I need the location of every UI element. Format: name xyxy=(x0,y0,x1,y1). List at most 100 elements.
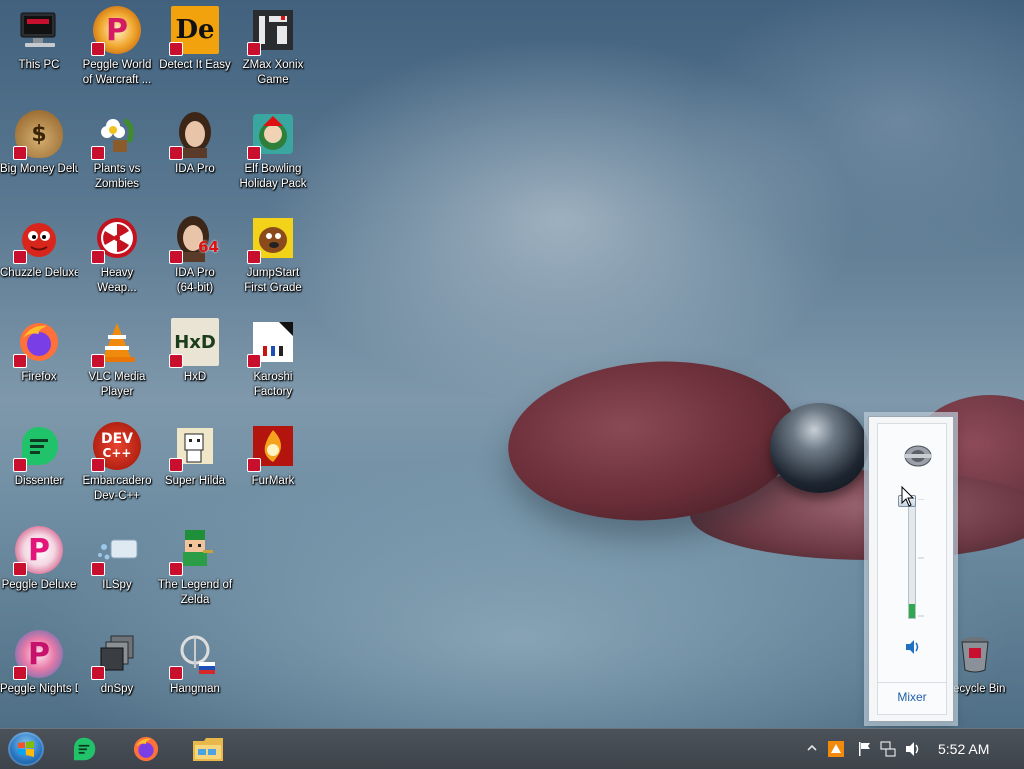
network-icon[interactable] xyxy=(880,741,896,760)
mute-speaker-icon[interactable] xyxy=(902,639,924,659)
mouse-cursor-icon xyxy=(901,486,915,507)
shortcut-arrow-icon xyxy=(169,250,183,264)
desktop-icon-label: Super Hilda xyxy=(164,475,226,487)
shortcut-arrow-icon xyxy=(13,666,27,680)
desktop-icon-plants-vs-zombies[interactable]: Plants vs Zombies xyxy=(78,110,156,192)
ida-pro-portrait-icon xyxy=(169,110,219,160)
dissenter-icon xyxy=(73,737,96,761)
desktop-icon-ida-pro-64[interactable]: 64 IDA Pro (64-bit) xyxy=(156,214,234,296)
desktop-icon-label: dnSpy xyxy=(100,683,134,695)
desktop-icon-peggle-nights-deluxe[interactable]: P Peggle Nights Deluxe xyxy=(0,630,78,697)
wallpaper-water-drop xyxy=(770,403,868,493)
desktop-icon-hangman[interactable]: Hangman xyxy=(156,630,234,697)
volume-flyout-panel: Mixer xyxy=(877,423,947,715)
start-button[interactable] xyxy=(8,732,44,766)
desktop-icon-label: This PC xyxy=(18,59,60,71)
peggle-letter: P xyxy=(28,532,50,568)
volume-slider-ticks xyxy=(918,499,924,617)
firefox-icon xyxy=(13,318,63,368)
desktop-icon-label: Peggle World of Warcraft ... xyxy=(82,59,152,86)
desktop-icon-ilspy[interactable]: ILSpy xyxy=(78,526,156,593)
desktop-icon-firefox[interactable]: Firefox xyxy=(0,318,78,385)
shortcut-arrow-icon xyxy=(91,250,105,264)
volume-slider-track[interactable] xyxy=(908,499,916,619)
super-hilda-icon xyxy=(169,422,219,472)
ida-64-badge: 64 xyxy=(198,238,219,256)
shortcut-arrow-icon xyxy=(91,42,105,56)
desktop-icon-label: ZMax Xonix Game xyxy=(242,59,304,86)
shortcut-arrow-icon xyxy=(247,146,261,160)
desktop-icon-elf-bowling-holiday-pack[interactable]: Elf Bowling Holiday Pack xyxy=(234,110,312,192)
desktop-icon-label: The Legend of Zelda xyxy=(157,579,233,606)
peggle-letter: P xyxy=(28,636,50,672)
desktop-icon-ida-pro[interactable]: IDA Pro xyxy=(156,110,234,177)
recycle-bin-icon xyxy=(951,630,999,678)
desktop-icon-label: IDA Pro (64-bit) xyxy=(175,267,215,294)
money-bag-icon: $ xyxy=(13,110,63,160)
desktop-icon-dissenter[interactable]: Dissenter xyxy=(0,422,78,489)
desktop-icon-label: JumpStart First Grade xyxy=(244,267,302,294)
desktop-icon-label: Peggle Deluxe xyxy=(1,579,77,591)
taskbar-firefox-button[interactable] xyxy=(126,732,166,766)
hxd-icon: HxD xyxy=(169,318,219,368)
desktop-icon-the-legend-of-zelda[interactable]: The Legend of Zelda xyxy=(156,526,234,608)
elf-bowling-icon xyxy=(247,110,297,160)
hangman-icon xyxy=(169,630,219,680)
peggle-wow-icon: P xyxy=(91,6,141,56)
desktop-icon-label: VLC Media Player xyxy=(88,371,146,398)
shortcut-arrow-icon xyxy=(91,354,105,368)
desktop-icon-label: Plants vs Zombies xyxy=(93,163,141,190)
desktop-icon-label: Heavy Weap... xyxy=(97,267,137,294)
shortcut-arrow-icon xyxy=(13,146,27,160)
shortcut-arrow-icon xyxy=(13,562,27,576)
windows-logo-icon xyxy=(18,741,34,757)
speaker-device-icon[interactable] xyxy=(902,442,934,470)
desktop-icon-karoshi-factory[interactable]: Karoshi Factory xyxy=(234,318,312,400)
folder-icon xyxy=(193,738,223,761)
volume-icon[interactable] xyxy=(904,741,922,760)
desktop-icon-super-hilda[interactable]: Super Hilda xyxy=(156,422,234,489)
shortcut-arrow-icon xyxy=(91,666,105,680)
desktop-icon-label: Chuzzle Deluxe xyxy=(0,267,78,279)
taskbar-dissenter-button[interactable] xyxy=(64,732,104,766)
desktop-icon-this-pc[interactable]: This PC xyxy=(0,6,78,73)
dissenter-icon xyxy=(13,422,63,472)
ilspy-icon xyxy=(91,526,141,576)
desktop-icon-dnspy[interactable]: dnSpy xyxy=(78,630,156,697)
desktop-icon-furmark[interactable]: FurMark xyxy=(234,422,312,489)
mixer-link[interactable]: Mixer xyxy=(878,690,946,704)
desktop-icon-vlc-media-player[interactable]: VLC Media Player xyxy=(78,318,156,400)
desktop-icon-jumpstart-first-grade[interactable]: JumpStart First Grade xyxy=(234,214,312,296)
desktop-icon-label: Peggle Nights Deluxe xyxy=(0,683,78,695)
desktop-icon-detect-it-easy[interactable]: De Detect It Easy xyxy=(156,6,234,73)
shortcut-arrow-icon xyxy=(247,354,261,368)
desktop-icon-zmax-xonix-game[interactable]: ZMax Xonix Game xyxy=(234,6,312,88)
shortcut-arrow-icon xyxy=(169,562,183,576)
karoshi-factory-icon xyxy=(247,318,297,368)
action-center-flag-icon[interactable] xyxy=(858,741,872,760)
peggle-nights-icon: P xyxy=(13,630,63,680)
shortcut-arrow-icon xyxy=(247,42,261,56)
desktop-icon-label: Elf Bowling Holiday Pack xyxy=(239,163,307,190)
desktop-icon-big-money-deluxe[interactable]: $ Big Money Deluxe xyxy=(0,110,78,177)
money-sign: $ xyxy=(31,121,47,147)
volume-flyout: Mixer xyxy=(868,416,954,722)
desktop-icon-peggle-deluxe[interactable]: P Peggle Deluxe xyxy=(0,526,78,593)
zelda-character-icon xyxy=(169,526,219,576)
shortcut-arrow-icon xyxy=(169,458,183,472)
shortcut-arrow-icon xyxy=(247,250,261,264)
show-hidden-icons-chevron-icon[interactable] xyxy=(806,741,818,757)
shortcut-arrow-icon xyxy=(169,146,183,160)
jumpstart-dog-icon xyxy=(247,214,297,264)
taskbar-file-explorer-button[interactable] xyxy=(188,732,228,766)
taskbar-clock[interactable]: 5:52 AM xyxy=(938,741,989,757)
shortcut-arrow-icon xyxy=(13,354,27,368)
plants-vs-zombies-icon xyxy=(91,110,141,160)
desktop-icon-heavy-weapon[interactable]: Heavy Weap... xyxy=(78,214,156,296)
desktop-icon-chuzzle-deluxe[interactable]: Chuzzle Deluxe xyxy=(0,214,78,281)
desktop-icon-embarcadero-dev-cpp[interactable]: DEV C++ Embarcadero Dev-C++ xyxy=(78,422,156,504)
desktop-icon-peggle-world-of-warcraft[interactable]: P Peggle World of Warcraft ... xyxy=(78,6,156,88)
tray-app-icon[interactable] xyxy=(828,741,844,760)
desktop-icon-hxd[interactable]: HxD HxD xyxy=(156,318,234,385)
zmax-xonix-icon xyxy=(247,6,297,56)
